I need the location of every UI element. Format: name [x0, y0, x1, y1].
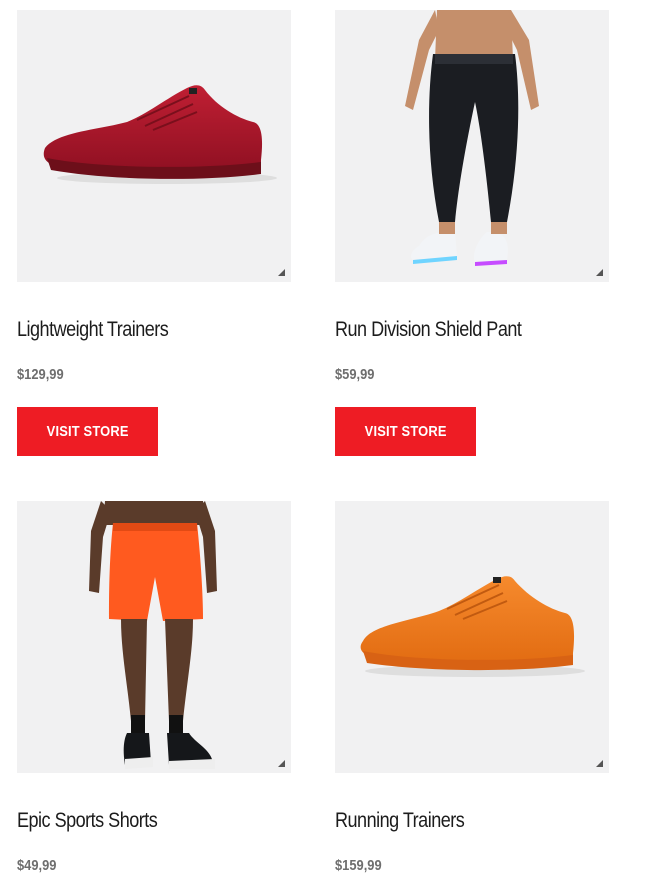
image-resize-icon	[278, 760, 285, 767]
product-price: $59,99	[335, 366, 375, 383]
visit-store-button[interactable]: VISIT STORE	[335, 407, 476, 456]
image-resize-icon	[278, 269, 285, 276]
product-card: Lightweight Trainers $129,99 VISIT STORE	[17, 10, 291, 456]
visit-store-button[interactable]: VISIT STORE	[17, 407, 158, 456]
product-title[interactable]: Lightweight Trainers	[17, 318, 169, 342]
visit-store-label: VISIT STORE	[46, 423, 129, 440]
product-image-orange-trainer[interactable]	[335, 501, 609, 773]
product-title[interactable]: Epic Sports Shorts	[17, 809, 158, 833]
orange-shorts-icon	[89, 501, 217, 769]
product-image-black-pants[interactable]	[335, 10, 609, 282]
product-title[interactable]: Run Division Shield Pant	[335, 318, 522, 342]
red-trainer-shoe-icon	[43, 85, 277, 184]
product-title[interactable]: Running Trainers	[335, 809, 465, 833]
product-price: $49,99	[17, 857, 57, 874]
product-image-orange-shorts[interactable]	[17, 501, 291, 773]
orange-trainer-shoe-icon	[360, 576, 585, 677]
product-price: $129,99	[17, 366, 64, 383]
product-price: $159,99	[335, 857, 382, 874]
image-resize-icon	[596, 760, 603, 767]
black-track-pants-icon	[405, 10, 539, 266]
product-grid: Lightweight Trainers $129,99 VISIT STORE	[0, 0, 654, 879]
product-card: Run Division Shield Pant $59,99 VISIT ST…	[335, 10, 609, 456]
product-card: Epic Sports Shorts $49,99	[17, 501, 291, 874]
product-image-red-trainer[interactable]	[17, 10, 291, 282]
image-resize-icon	[596, 269, 603, 276]
product-card: Running Trainers $159,99	[335, 501, 609, 874]
visit-store-label: VISIT STORE	[364, 423, 447, 440]
